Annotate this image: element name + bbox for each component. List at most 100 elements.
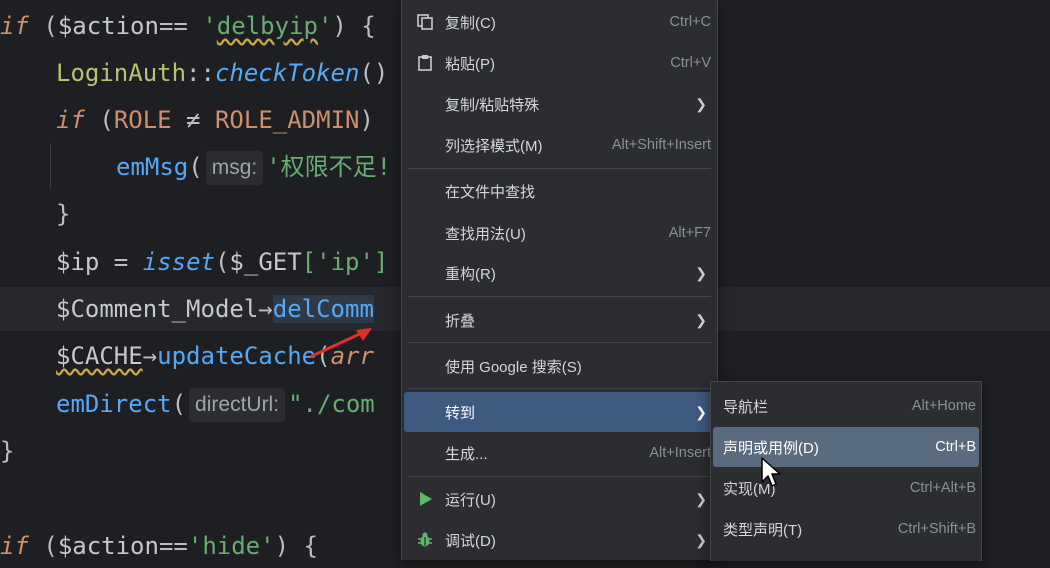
keyword: if <box>0 532 29 560</box>
function-name: emMsg <box>116 153 189 181</box>
variable: $action <box>57 12 159 40</box>
menu-item-refactor[interactable]: 重构(R) ❯ <box>402 253 717 293</box>
code-token: :: <box>186 59 215 87</box>
chevron-right-icon: ❯ <box>695 403 707 420</box>
constant: ROLE_ADMIN <box>214 106 360 134</box>
class-name: LoginAuth <box>56 59 187 87</box>
menu-item-label: 粘贴(P) <box>445 55 495 73</box>
submenu-item-shortcut: Alt+Home <box>911 398 976 414</box>
submenu-item-label: 声明或用例(D) <box>723 439 819 457</box>
menu-separator <box>408 168 711 169</box>
code-token: () <box>359 59 389 87</box>
menu-item-label: 复制/粘贴特殊 <box>445 96 540 114</box>
submenu-item-implementation[interactable]: 实现(M) Ctrl+Alt+B <box>711 468 981 508</box>
string-literal: "./com <box>288 390 375 418</box>
menu-item-paste[interactable]: 粘贴(P) Ctrl+V <box>402 43 717 83</box>
code-token: ( <box>84 106 114 134</box>
menu-item-copy[interactable]: 复制(C) Ctrl+C <box>402 2 717 42</box>
keyword: if <box>0 12 29 40</box>
menu-separator <box>408 296 711 297</box>
menu-item-label: 重构(R) <box>445 265 496 283</box>
keyword: if <box>56 106 85 134</box>
string-literal: 'hide' <box>187 532 275 560</box>
code-token: } <box>56 200 71 228</box>
debug-icon <box>414 529 436 551</box>
menu-item-paste-special[interactable]: 复制/粘贴特殊 ❯ <box>402 84 717 124</box>
menu-separator <box>408 388 711 389</box>
chevron-right-icon: ❯ <box>695 264 707 281</box>
method-name: checkToken <box>214 59 360 87</box>
submenu-item-shortcut: Ctrl+Alt+B <box>909 480 976 496</box>
code-token: ) { <box>332 12 376 40</box>
menu-item-label: 折叠 <box>445 312 476 330</box>
operator: ≠ <box>171 106 215 134</box>
menu-item-google-search[interactable]: 使用 Google 搜索(S) <box>402 346 717 386</box>
operator: == <box>158 12 203 40</box>
constant: ROLE <box>113 106 172 134</box>
submenu-item-label: 导航栏 <box>723 398 769 416</box>
annotation-arrow-icon <box>310 328 372 358</box>
function-name: isset <box>142 248 215 276</box>
menu-item-shortcut: Ctrl+V <box>670 55 711 71</box>
chevron-right-icon: ❯ <box>695 311 707 328</box>
context-menu: 复制(C) Ctrl+C 粘贴(P) Ctrl+V 复制/粘贴特殊 ❯ 列选择模… <box>401 0 718 560</box>
chevron-right-icon: ❯ <box>695 490 707 507</box>
paste-icon <box>414 52 436 74</box>
variable: $ip <box>56 248 100 276</box>
menu-item-shortcut: Alt+F7 <box>668 225 711 241</box>
code-token: } <box>0 437 15 465</box>
variable: $action <box>57 532 159 560</box>
menu-item-shortcut: Alt+Insert <box>649 445 711 461</box>
menu-separator <box>408 342 711 343</box>
typo-underline: delbyip <box>216 12 318 40</box>
menu-item-goto[interactable]: 转到 ❯ <box>404 392 715 432</box>
operator: == <box>158 532 188 560</box>
string-literal: ['ip'] <box>301 248 389 276</box>
code-token: ( <box>188 153 203 181</box>
function-name: emDirect <box>56 390 172 418</box>
operator: → <box>258 295 273 323</box>
menu-item-label: 在文件中查找 <box>445 183 536 201</box>
string-literal: '权限不足! <box>266 153 392 181</box>
operator: = <box>99 248 143 276</box>
menu-item-label: 转到 <box>445 404 476 422</box>
code-token: ( <box>214 248 230 276</box>
menu-item-column-selection[interactable]: 列选择模式(M) Alt+Shift+Insert <box>402 125 717 165</box>
menu-item-generate[interactable]: 生成... Alt+Insert <box>402 433 717 473</box>
menu-item-label: 查找用法(U) <box>445 225 526 243</box>
menu-separator <box>408 476 711 477</box>
menu-item-find-in-files[interactable]: 在文件中查找 <box>402 171 717 211</box>
submenu-item-navigation-bar[interactable]: 导航栏 Alt+Home <box>711 386 981 426</box>
code-token: ( <box>28 12 58 40</box>
method-name: updateCache <box>157 342 317 370</box>
code-token: ) <box>359 106 374 134</box>
chevron-right-icon: ❯ <box>695 95 707 112</box>
parameter-hint: directUrl: <box>189 388 286 422</box>
selected-method-name[interactable]: delComm <box>272 295 374 323</box>
submenu-item-declaration[interactable]: 声明或用例(D) Ctrl+B <box>713 427 979 467</box>
string-literal: 'delbyip' <box>202 12 333 40</box>
menu-item-label: 使用 Google 搜索(S) <box>445 358 582 376</box>
menu-item-label: 运行(U) <box>445 491 496 509</box>
submenu-item-type-declaration[interactable]: 类型声明(T) Ctrl+Shift+B <box>711 509 981 549</box>
menu-item-folding[interactable]: 折叠 ❯ <box>402 300 717 340</box>
menu-item-find-usages[interactable]: 查找用法(U) Alt+F7 <box>402 213 717 253</box>
code-token: ) { <box>274 532 318 560</box>
copy-icon <box>414 11 436 33</box>
menu-item-label: 调试(D) <box>445 532 496 550</box>
menu-item-run[interactable]: 运行(U) ❯ <box>402 479 717 519</box>
goto-submenu: 导航栏 Alt+Home 声明或用例(D) Ctrl+B 实现(M) Ctrl+… <box>710 381 982 561</box>
mouse-cursor-icon <box>761 457 781 487</box>
submenu-item-label: 类型声明(T) <box>723 521 803 539</box>
menu-item-label: 生成... <box>445 445 488 463</box>
menu-item-debug[interactable]: 调试(D) ❯ <box>402 520 717 560</box>
variable: $_GET <box>229 248 302 276</box>
submenu-item-shortcut: Ctrl+B <box>935 439 976 455</box>
operator: → <box>142 342 158 370</box>
code-token: ( <box>171 390 187 418</box>
menu-item-label: 列选择模式(M) <box>445 137 543 155</box>
submenu-item-shortcut: Ctrl+Shift+B <box>897 521 976 537</box>
menu-item-shortcut: Alt+Shift+Insert <box>611 137 711 153</box>
chevron-right-icon: ❯ <box>695 531 707 548</box>
variable: $CACHE <box>56 342 143 370</box>
